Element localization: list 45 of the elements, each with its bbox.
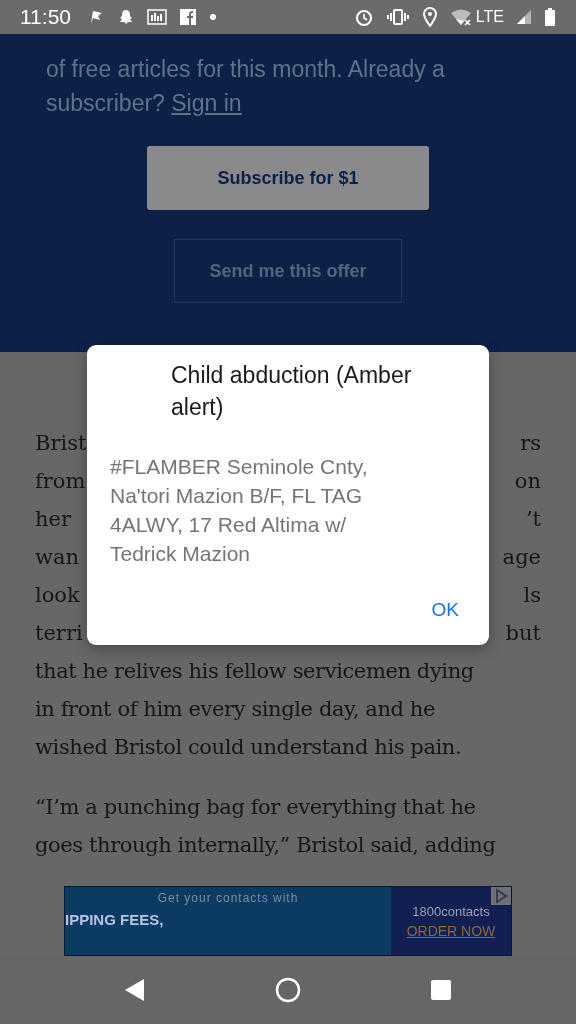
article-text: that he relives his fellow servicemen dying bbox=[35, 658, 475, 685]
article-text: terri bbox=[35, 620, 83, 647]
article-text: “I’m a punching bag for everything that he bbox=[35, 794, 477, 821]
article-text: ls bbox=[523, 582, 541, 609]
article-text: from bbox=[35, 468, 86, 495]
subscribe-button[interactable]: Subscribe for $1 bbox=[147, 146, 429, 210]
wifi-icon bbox=[449, 8, 472, 26]
order-now-link[interactable]: ORDER NOW bbox=[406, 922, 496, 939]
article-text: her bbox=[35, 506, 71, 533]
article-text: ’t bbox=[525, 506, 541, 533]
sign-in-link[interactable]: Sign in bbox=[171, 90, 242, 116]
article-text: look bbox=[35, 582, 80, 609]
back-icon[interactable] bbox=[124, 978, 147, 1002]
recents-icon[interactable] bbox=[429, 979, 452, 1001]
article-text: Brist bbox=[35, 430, 87, 457]
dialog-title: Child abduction (Amber alert) bbox=[170, 361, 413, 422]
home-icon[interactable] bbox=[275, 977, 301, 1003]
dialog-message: #FLAMBER Seminole Cnty, Na'tori Mazion B/F, FL TAG 4ALWY, 17 Red Altima w/ Tedrick Mazion bbox=[110, 454, 369, 567]
location-icon bbox=[421, 7, 438, 27]
ad-brand: 1800contacts bbox=[412, 903, 490, 919]
article-text: in front of him every single day, and he bbox=[35, 696, 436, 723]
article-text: but bbox=[505, 620, 541, 647]
article-text: wished Bristol could understand his pain. bbox=[35, 734, 463, 761]
offer-button[interactable]: Send me this offer bbox=[174, 239, 402, 303]
ad-text: IPPING FEES, bbox=[65, 911, 165, 928]
ad-banner[interactable]: Get your contacts with IPPING FEES, 1800contacts ORDER NOW bbox=[64, 886, 512, 956]
vibrate-icon bbox=[385, 8, 410, 26]
article-text: on bbox=[514, 468, 541, 495]
article-text: age bbox=[502, 544, 541, 571]
clock: 11:50 bbox=[20, 5, 71, 29]
network-type: LTE bbox=[475, 8, 504, 26]
news-icon bbox=[147, 8, 167, 26]
ok-button[interactable]: OK bbox=[425, 595, 465, 625]
signal-icon bbox=[516, 9, 532, 25]
article-text: rs bbox=[520, 430, 541, 457]
paywall-text: subscriber? bbox=[46, 90, 166, 116]
article-text: goes through internally,” Bristol said, adding bbox=[35, 832, 497, 859]
battery-icon bbox=[544, 7, 556, 27]
facebook-icon bbox=[179, 8, 197, 26]
article-text: wan bbox=[35, 544, 80, 571]
paywall-text: of free articles for this month. Already a bbox=[46, 55, 446, 84]
dot-icon bbox=[209, 13, 217, 21]
ad-text: Get your contacts with bbox=[157, 891, 299, 905]
alarm-icon bbox=[353, 7, 374, 27]
ghost-icon bbox=[117, 8, 135, 26]
